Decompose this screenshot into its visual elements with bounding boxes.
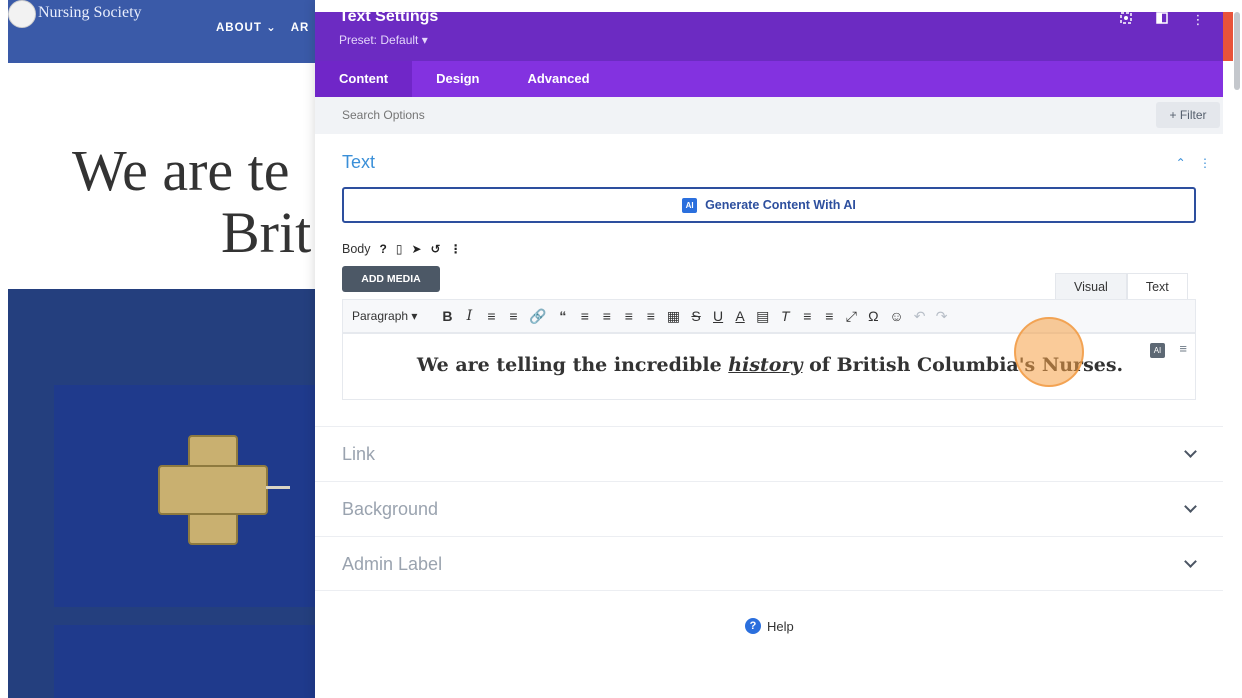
page-right-edge <box>1223 0 1242 698</box>
split-view-icon[interactable] <box>1155 12 1169 28</box>
page-accent-edge <box>1223 12 1233 61</box>
generate-ai-label: Generate Content With AI <box>705 198 856 212</box>
table-icon[interactable]: ▦ <box>667 308 680 325</box>
body-field-row: Body ? ▯ ➤ ↺ ⋮ <box>342 242 462 256</box>
modal-header: Text Settings Preset: Default ▾ ⋮ <box>315 8 1223 61</box>
tab-content[interactable]: Content <box>315 61 413 97</box>
emoji-icon[interactable]: ☺ <box>889 308 903 324</box>
pin-stem <box>266 486 290 489</box>
nav-item-about[interactable]: ABOUT ⌄ <box>216 22 277 34</box>
settings-modal: Text Settings Preset: Default ▾ ⋮ Conten… <box>315 0 1223 698</box>
dynamic-content-icon[interactable]: ≡ <box>1179 341 1187 356</box>
modal-tabs: Content Design Advanced <box>315 61 1223 97</box>
text-color-icon[interactable]: A <box>734 308 746 324</box>
align-center-icon[interactable]: ≡ <box>601 308 613 324</box>
search-row: + Filter <box>315 97 1223 134</box>
outdent-icon[interactable]: ≡ <box>823 308 835 324</box>
search-input[interactable] <box>342 108 642 122</box>
accordion-link[interactable]: Link <box>315 426 1223 481</box>
help-label: Help <box>767 618 794 634</box>
photo-card <box>54 625 328 698</box>
chevron-up-icon[interactable]: ⌃ <box>1176 156 1186 170</box>
numbered-list-icon[interactable]: ≡ <box>507 308 519 324</box>
header-icons: ⋮ <box>1119 12 1205 28</box>
scrollbar[interactable] <box>1234 12 1240 90</box>
chevron-down-icon[interactable] <box>1184 500 1197 513</box>
photo-card <box>54 385 328 607</box>
clear-format-icon[interactable]: T <box>779 308 791 324</box>
pointer-icon[interactable]: ➤ <box>411 242 421 256</box>
help-link[interactable]: ? Help <box>745 618 794 634</box>
help-icon: ? <box>745 618 761 634</box>
reset-icon[interactable]: ↺ <box>431 242 441 256</box>
accordion-background[interactable]: Background <box>315 481 1223 536</box>
site-nav: ABOUT ⌄ AR <box>216 20 323 34</box>
ai-icon: AI <box>682 198 698 213</box>
preset-dropdown[interactable]: Preset: Default ▾ <box>339 33 428 47</box>
paste-icon[interactable]: ▤ <box>756 308 769 325</box>
accordion-label: Background <box>342 499 439 519</box>
underline-icon[interactable]: U <box>712 308 724 324</box>
more-vertical-icon[interactable]: ⋮ <box>1191 12 1205 28</box>
redo-icon[interactable]: ↷ <box>936 308 948 325</box>
site-heading: We are te Brit <box>8 140 328 264</box>
click-indicator <box>1014 317 1084 387</box>
fullscreen-icon[interactable]: ⤢ <box>845 308 857 325</box>
modal-title: Text Settings <box>339 8 439 25</box>
indent-icon[interactable]: ≡ <box>801 308 813 324</box>
tab-advanced[interactable]: Advanced <box>503 61 613 97</box>
help-question-icon[interactable]: ? <box>380 242 387 256</box>
editor-mode-tabs: Visual Text <box>1055 273 1188 299</box>
ai-icon[interactable]: AI <box>1150 343 1165 358</box>
special-char-icon[interactable]: Ω <box>867 308 879 324</box>
tab-design[interactable]: Design <box>412 61 503 97</box>
more-vertical-icon[interactable]: ⋮ <box>1199 156 1211 170</box>
body-label: Body <box>342 242 371 256</box>
editor-emphasis[interactable]: history <box>728 354 802 376</box>
site-name[interactable]: Nursing Society <box>38 4 142 22</box>
italic-icon[interactable]: I <box>463 308 475 324</box>
focus-icon[interactable] <box>1119 12 1133 28</box>
strikethrough-icon[interactable]: S <box>690 308 702 324</box>
badge-pin-image <box>158 435 268 545</box>
site-logo[interactable] <box>8 0 36 28</box>
blockquote-icon[interactable]: “ <box>557 308 569 324</box>
more-vertical-icon[interactable]: ⋮ <box>450 242 462 256</box>
filter-button[interactable]: + Filter <box>1156 102 1220 128</box>
site-heading-line1: We are te <box>72 140 290 203</box>
generate-ai-button[interactable]: AI Generate Content With AI <box>342 187 1196 223</box>
undo-icon[interactable]: ↶ <box>914 308 926 325</box>
bullet-list-icon[interactable]: ≡ <box>485 308 497 324</box>
device-icon[interactable]: ▯ <box>396 242 403 256</box>
chevron-down-icon[interactable] <box>1184 445 1197 458</box>
site-heading-line2: Brit <box>221 200 312 264</box>
accordion-label: Admin Label <box>342 554 443 574</box>
bold-icon[interactable]: B <box>441 308 453 324</box>
tab-visual[interactable]: Visual <box>1055 273 1127 299</box>
align-left-icon[interactable]: ≡ <box>579 308 591 324</box>
align-justify-icon[interactable]: ≡ <box>645 308 657 324</box>
paragraph-select[interactable]: Paragraph ▾ <box>352 309 417 323</box>
settings-panel: Text ⌃ ⋮ AI Generate Content With AI Body… <box>315 134 1223 698</box>
section-title-text[interactable]: Text <box>342 152 375 173</box>
accordion-label: Link <box>342 444 376 464</box>
site-photo <box>8 289 328 698</box>
nav-item-ar[interactable]: AR <box>291 22 310 34</box>
tab-text[interactable]: Text <box>1126 273 1188 299</box>
add-media-button[interactable]: ADD MEDIA <box>342 266 440 292</box>
app-root: Nursing Society ABOUT ⌄ AR We are te Brit… <box>0 0 1242 698</box>
page-edge <box>0 0 8 698</box>
site-header: Nursing Society ABOUT ⌄ AR <box>8 0 328 63</box>
link-icon[interactable]: 🔗 <box>529 308 546 325</box>
accordion-admin-label[interactable]: Admin Label <box>315 536 1223 591</box>
chevron-down-icon[interactable] <box>1184 555 1197 568</box>
section-controls: ⌃ ⋮ <box>1176 156 1211 170</box>
align-right-icon[interactable]: ≡ <box>623 308 635 324</box>
